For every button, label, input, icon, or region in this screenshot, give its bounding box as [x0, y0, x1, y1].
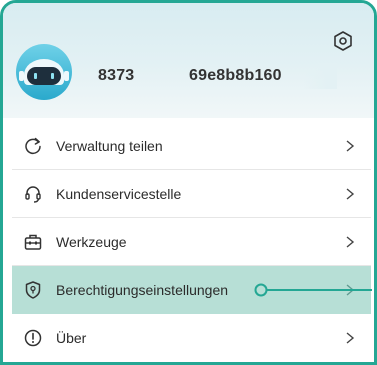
shield-permission-icon	[23, 280, 43, 300]
robot-avatar-icon	[16, 44, 72, 100]
menu-item-tools[interactable]: Werkzeuge	[12, 218, 371, 266]
avatar[interactable]	[15, 43, 73, 101]
menu-item-share-management[interactable]: Verwaltung teilen	[12, 122, 371, 170]
chevron-right-icon	[346, 188, 355, 200]
user-id: 8373	[98, 67, 135, 84]
text-fade-overlay	[303, 63, 337, 89]
menu-item-label: Kundenservicestelle	[56, 185, 182, 202]
menu-item-label: Über	[56, 330, 87, 346]
info-circle-icon	[23, 328, 43, 348]
user-hash: 69e8b8b160	[189, 67, 282, 84]
chevron-right-icon	[346, 332, 355, 344]
toolbox-icon	[23, 232, 43, 252]
settings-hexagon-icon	[334, 31, 352, 51]
settings-menu: Verwaltung teilen Kundenservicestelle We…	[12, 122, 372, 362]
menu-item-label: Werkzeuge	[56, 233, 127, 250]
menu-item-label: Berechtigungseinstellungen	[56, 281, 229, 298]
menu-item-permission-settings[interactable]: Berechtigungseinstellungen	[12, 266, 372, 314]
app-frame: 8373 69e8b8b160 Verwaltung teilen Kunden…	[0, 0, 377, 365]
callout-pointer	[254, 283, 372, 297]
chevron-right-icon	[346, 140, 355, 152]
headset-icon	[23, 184, 43, 204]
profile-header: 8373 69e8b8b160	[3, 3, 374, 118]
menu-item-label: Verwaltung teilen	[56, 137, 163, 154]
share-management-icon	[23, 136, 43, 156]
menu-item-customer-service[interactable]: Kundenservicestelle	[12, 170, 371, 218]
menu-item-about[interactable]: Über	[12, 314, 371, 362]
settings-button[interactable]	[331, 29, 355, 53]
chevron-right-icon	[346, 236, 355, 248]
